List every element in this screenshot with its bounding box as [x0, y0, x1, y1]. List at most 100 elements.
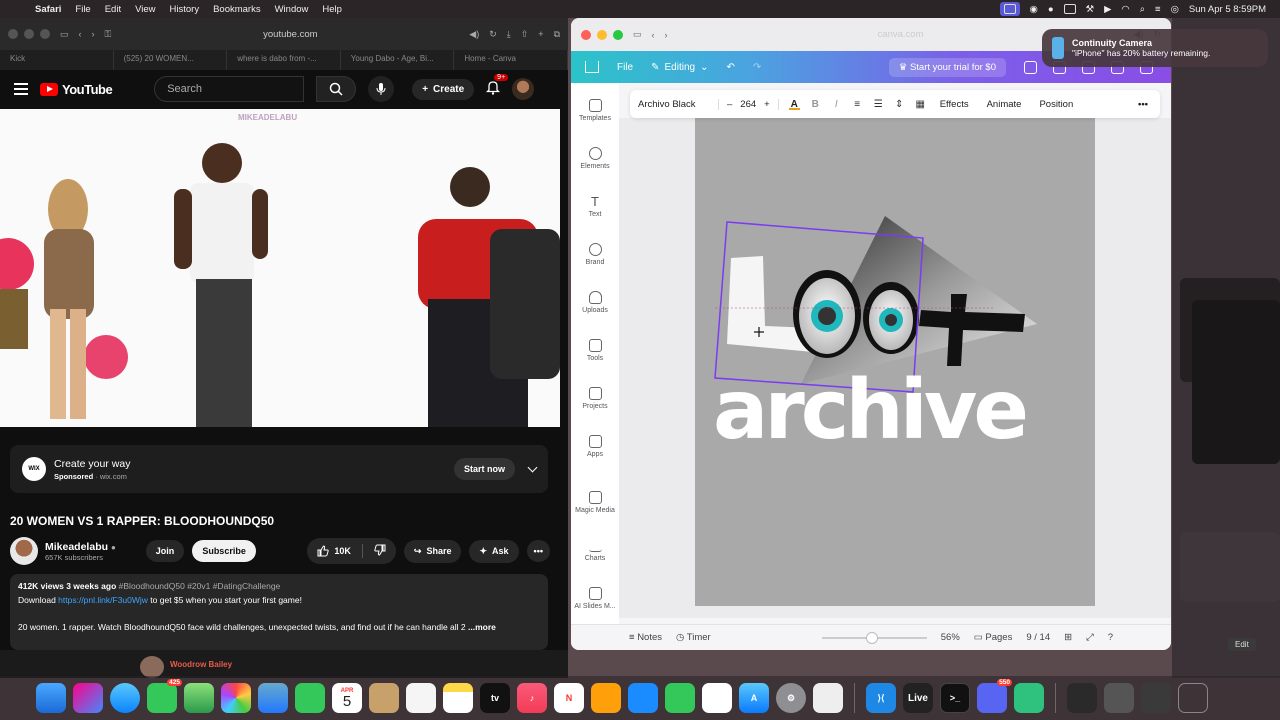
notifications-button[interactable]: 9+: [486, 74, 509, 98]
fullscreen-icon[interactable]: ⤢: [1086, 632, 1094, 643]
close-button[interactable]: [8, 29, 18, 39]
audio-icon[interactable]: ◀): [469, 29, 479, 40]
tab-canva[interactable]: Home - Canva: [454, 50, 568, 70]
zoom-slider-knob[interactable]: [865, 631, 878, 644]
live-app-icon[interactable]: Live: [903, 683, 933, 713]
bold-icon[interactable]: B: [810, 99, 821, 110]
calendar-icon[interactable]: APR 5: [332, 683, 362, 713]
tab-overview-icon[interactable]: ⧉: [554, 29, 560, 40]
channel-name[interactable]: Mikeadelabu ●: [45, 541, 116, 553]
page-counter[interactable]: 9 / 14: [1026, 632, 1050, 643]
file-menu[interactable]: File: [617, 62, 633, 73]
subscribe-button[interactable]: Subscribe: [192, 540, 256, 562]
comment-avatar[interactable]: [140, 656, 164, 678]
zoom-slider[interactable]: [821, 631, 927, 644]
sidebar-icon[interactable]: ▭: [60, 29, 69, 40]
sidebar-item-text[interactable]: T Text: [571, 195, 619, 218]
tab-kick[interactable]: Kick: [0, 50, 114, 70]
zoom-button[interactable]: [40, 29, 50, 39]
address-bar[interactable]: youtube.com: [121, 29, 459, 40]
app-store-icon[interactable]: A: [739, 683, 769, 713]
effects-button[interactable]: Effects: [936, 99, 973, 110]
launchpad-icon[interactable]: [73, 683, 103, 713]
comment-author[interactable]: Woodrow Bailey: [170, 660, 232, 669]
news-icon[interactable]: N: [554, 683, 584, 713]
timer-button[interactable]: ◷ Timer: [676, 632, 711, 643]
minimize-button[interactable]: [597, 29, 607, 40]
join-button[interactable]: Join: [145, 540, 185, 562]
sidebar-item-apps[interactable]: Apps: [571, 435, 619, 458]
reload-icon[interactable]: ↻: [489, 29, 497, 40]
design-page[interactable]: archive: [695, 118, 1095, 606]
edit-label[interactable]: Edit: [1228, 638, 1256, 651]
contacts-icon[interactable]: [369, 683, 399, 713]
sidebar-icon[interactable]: ▭: [633, 29, 642, 40]
create-button[interactable]: + Create: [412, 78, 475, 100]
zoom-button[interactable]: [613, 29, 623, 40]
menu-view[interactable]: View: [128, 4, 162, 15]
sidebar-item-projects[interactable]: Projects: [571, 387, 619, 410]
voice-search-button[interactable]: [368, 76, 395, 102]
pages-app-icon[interactable]: [591, 683, 621, 713]
sidebar-item-uploads[interactable]: Uploads: [571, 291, 619, 314]
menu-window[interactable]: Window: [268, 4, 316, 15]
animate-button[interactable]: Animate: [983, 99, 1026, 110]
font-family-dropdown[interactable]: Archivo Black: [638, 99, 708, 110]
trash-icon[interactable]: [1178, 683, 1208, 713]
clock[interactable]: Sun Apr 5 8:59PM: [1189, 4, 1266, 15]
menu-file[interactable]: File: [68, 4, 97, 15]
help-icon[interactable]: ?: [1108, 632, 1113, 643]
menu-app-name[interactable]: Safari: [28, 4, 68, 15]
list-icon[interactable]: ☰: [873, 99, 884, 110]
sidebar-item-templates[interactable]: Templates: [571, 99, 619, 122]
numbers-icon[interactable]: [665, 683, 695, 713]
forward-icon[interactable]: ›: [665, 30, 668, 40]
facetime-icon[interactable]: [295, 683, 325, 713]
discord-icon[interactable]: 550: [977, 679, 1012, 713]
terminal-icon[interactable]: >_: [940, 683, 970, 713]
promo-link[interactable]: https://pnl.link/F3u0Wjw: [58, 595, 148, 605]
safari-icon[interactable]: [110, 683, 140, 713]
search-button[interactable]: [316, 76, 357, 102]
dislike-button[interactable]: [374, 544, 386, 558]
chevron-down-icon[interactable]: [527, 462, 538, 472]
sidebar-item-tools[interactable]: Tools: [571, 339, 619, 362]
finder-icon[interactable]: [36, 683, 66, 713]
increase-size-button[interactable]: +: [764, 99, 770, 110]
maps-icon[interactable]: [184, 683, 214, 713]
close-button[interactable]: [581, 29, 591, 40]
notes-icon[interactable]: [443, 683, 473, 713]
position-button[interactable]: Position: [1035, 99, 1077, 110]
display-icon[interactable]: [1063, 4, 1076, 14]
sidebar-item-brand[interactable]: Brand: [571, 243, 619, 266]
record-icon[interactable]: ◉: [1030, 4, 1038, 15]
design-text-archive[interactable]: archive: [713, 370, 1029, 452]
people-icon[interactable]: [1024, 60, 1037, 74]
more-options-button[interactable]: •••: [526, 540, 550, 562]
recent-window-icon[interactable]: [1104, 683, 1134, 713]
video-description[interactable]: 412K views 3 weeks ago #BloodhoundQ50 #2…: [10, 574, 548, 650]
chrome-icon[interactable]: ◎: [1171, 4, 1179, 15]
more-icon[interactable]: •••: [1134, 99, 1152, 110]
zoom-level[interactable]: 56%: [941, 632, 960, 643]
forward-icon[interactable]: ›: [92, 29, 95, 39]
messages-icon[interactable]: 425: [147, 679, 182, 713]
youtube-logo[interactable]: YouTube: [40, 82, 113, 97]
ask-button[interactable]: ✦ Ask: [469, 539, 519, 563]
search-icon[interactable]: ⌕: [1140, 4, 1145, 15]
like-button[interactable]: 10K: [307, 538, 396, 564]
hashtags[interactable]: #BloodhoundQ50 #20v1 #DatingChallenge: [119, 581, 281, 591]
ad-cta-button[interactable]: Start now: [453, 458, 515, 480]
minimize-button[interactable]: [24, 29, 34, 39]
wifi-icon[interactable]: ◠: [1121, 4, 1129, 15]
control-center-icon[interactable]: ≡: [1155, 4, 1161, 15]
sidebar-item-magic-media[interactable]: Magic Media: [571, 491, 619, 514]
play-icon[interactable]: ▶: [1104, 4, 1111, 15]
system-settings-icon[interactable]: ⚙: [776, 683, 806, 713]
more-link[interactable]: ...more: [468, 622, 496, 632]
download-icon[interactable]: ⤓: [507, 29, 511, 40]
recent-window-icon[interactable]: [1067, 683, 1097, 713]
tab-youtube[interactable]: (525) 20 WOMEN...: [114, 50, 228, 70]
mail-icon[interactable]: [258, 683, 288, 713]
screen-mirroring-icon[interactable]: [999, 2, 1020, 16]
